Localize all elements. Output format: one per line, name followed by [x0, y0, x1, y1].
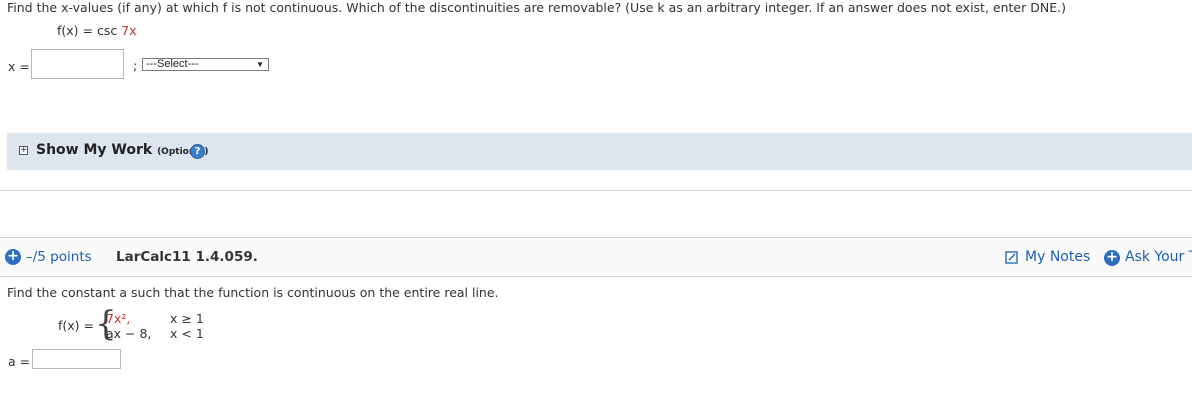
- expand-icon[interactable]: +: [19, 146, 28, 155]
- points-label: –/5 points: [26, 249, 92, 265]
- help-icon[interactable]: ?: [190, 144, 205, 159]
- ask-plus-icon[interactable]: +: [1104, 250, 1120, 266]
- function-lhs: f(x) = csc: [57, 23, 118, 38]
- show-my-work-label[interactable]: Show My Work (Optional): [36, 142, 209, 158]
- piece2-expression: ax − 8,: [106, 326, 151, 341]
- x-label: x =: [8, 59, 30, 74]
- divider: [0, 190, 1192, 191]
- function-definition: f(x) = csc 7x: [57, 23, 137, 38]
- piece1-condition: x ≥ 1: [170, 311, 204, 326]
- piece2-expr-text: ax − 8,: [106, 326, 152, 341]
- question2-header: + –/5 points LarCalc11 1.4.059. My Notes…: [0, 238, 1192, 276]
- my-notes-link[interactable]: My Notes: [1025, 249, 1090, 265]
- show-my-work-panel[interactable]: + Show My Work (Optional) ?: [7, 133, 1192, 170]
- a-label: a =: [8, 354, 31, 369]
- function-arg: 7x: [121, 23, 137, 38]
- question1-instruction: Find the x-values (if any) at which f is…: [7, 0, 1066, 15]
- expand-question-icon[interactable]: +: [5, 249, 21, 265]
- piece1-expression: 7x²,: [106, 311, 131, 326]
- notes-icon[interactable]: [1005, 251, 1018, 264]
- a-answer-input[interactable]: [32, 349, 121, 369]
- dropdown-arrow-icon: ▼: [256, 60, 264, 69]
- piecewise-fx-label: f(x) =: [58, 318, 94, 333]
- x-answer-input[interactable]: [31, 49, 124, 79]
- removable-select[interactable]: ---Select--- ▼: [142, 58, 269, 71]
- divider: [0, 276, 1192, 277]
- select-value: ---Select---: [146, 58, 199, 70]
- show-my-work-title: Show My Work: [36, 142, 153, 158]
- question2-instruction: Find the constant a such that the functi…: [7, 285, 499, 300]
- ask-teacher-link[interactable]: Ask Your T: [1125, 249, 1192, 265]
- separator: ;: [133, 58, 138, 73]
- problem-id: LarCalc11 1.4.059.: [116, 249, 258, 265]
- piece2-condition: x < 1: [170, 326, 204, 341]
